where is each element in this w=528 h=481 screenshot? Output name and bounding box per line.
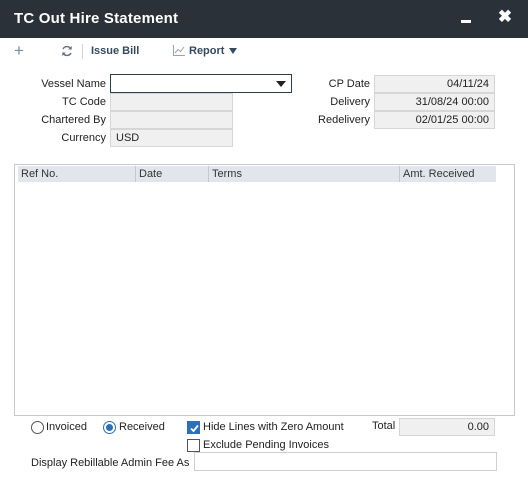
cp-date-label: CP Date (328, 78, 370, 90)
report-menu-button[interactable]: Report (189, 45, 224, 57)
chevron-down-icon[interactable] (276, 81, 286, 87)
chartered-by-field (110, 111, 233, 129)
currency-field: USD (110, 129, 233, 147)
invoiced-label: Invoiced (46, 421, 87, 433)
hide-zero-checkbox[interactable] (187, 421, 200, 434)
column-header-terms[interactable]: Terms (209, 166, 400, 182)
redelivery-label: Redelivery (318, 114, 370, 126)
exclude-pending-checkbox[interactable] (187, 439, 200, 452)
minimize-button[interactable] (461, 11, 471, 25)
received-label: Received (119, 421, 165, 433)
statement-grid[interactable]: Ref No. Date Terms Amt. Received (14, 164, 515, 416)
chartered-by-label: Chartered By (41, 114, 106, 126)
delivery-label: Delivery (330, 96, 370, 108)
column-header-date[interactable]: Date (136, 166, 209, 182)
total-label: Total (372, 420, 396, 432)
column-header-amt-received[interactable]: Amt. Received (400, 166, 496, 182)
report-chart-icon (173, 45, 185, 56)
total-field: 0.00 (399, 418, 495, 436)
admin-fee-input[interactable] (194, 452, 497, 471)
vessel-name-select[interactable] (110, 74, 292, 93)
cp-date-field: 04/11/24 (374, 75, 495, 93)
chevron-down-icon[interactable] (229, 48, 237, 54)
toolbar: + Issue Bill Report (0, 38, 528, 66)
vessel-name-label: Vessel Name (41, 78, 106, 90)
hide-zero-label: Hide Lines with Zero Amount (203, 421, 344, 433)
invoiced-radio[interactable] (31, 421, 44, 434)
window-title: TC Out Hire Statement (14, 10, 179, 27)
admin-fee-label: Display Rebillable Admin Fee As (31, 457, 190, 469)
checkmark-icon (190, 424, 199, 433)
title-bar: TC Out Hire Statement ✖ (0, 0, 528, 38)
tc-code-label: TC Code (61, 96, 106, 108)
redelivery-field: 02/01/25 00:00 (374, 111, 495, 129)
grid-header: Ref No. Date Terms Amt. Received (18, 166, 496, 182)
received-radio[interactable] (103, 421, 116, 434)
refresh-icon[interactable] (60, 44, 74, 58)
currency-label: Currency (61, 132, 106, 144)
exclude-pending-label: Exclude Pending Invoices (203, 439, 329, 451)
close-button[interactable]: ✖ (497, 7, 513, 27)
delivery-field: 31/08/24 00:00 (374, 93, 495, 111)
issue-bill-button[interactable]: Issue Bill (91, 45, 139, 57)
add-button[interactable]: + (14, 42, 24, 60)
column-header-ref-no[interactable]: Ref No. (18, 166, 136, 182)
toolbar-divider (82, 44, 83, 59)
tc-code-field (110, 93, 233, 111)
